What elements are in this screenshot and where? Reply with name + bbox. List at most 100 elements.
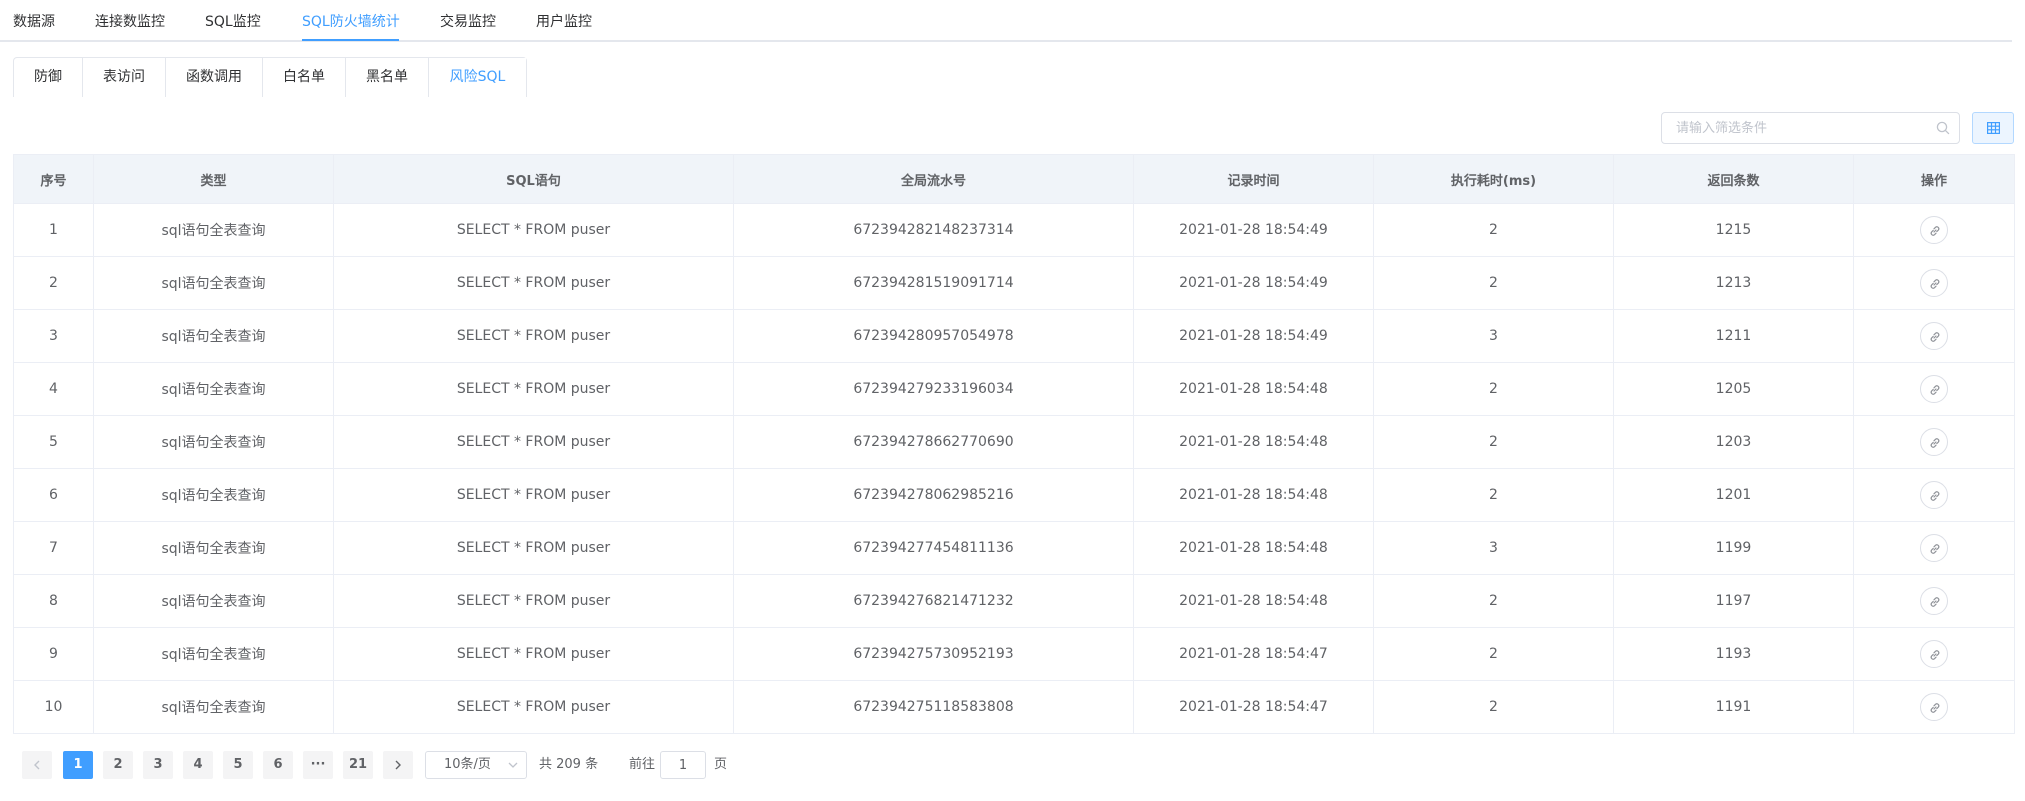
next-page-button[interactable] — [383, 751, 413, 779]
page-button-3[interactable]: 3 — [143, 751, 173, 779]
link-button[interactable] — [1920, 216, 1948, 244]
table-row: 9 sql语句全表查询 SELECT * FROM puser 67239427573… — [13, 627, 2015, 681]
table-row: 10 sql语句全表查询 SELECT * FROM puser 6723942751… — [13, 680, 2015, 734]
cell-count: 1203 — [1613, 415, 1854, 469]
cell-duration: 2 — [1373, 574, 1614, 628]
cell-type: sql语句全表查询 — [93, 627, 334, 681]
cell-sql: SELECT * FROM puser — [333, 203, 734, 257]
cell-type: sql语句全表查询 — [93, 256, 334, 310]
link-button[interactable] — [1920, 587, 1948, 615]
link-button[interactable] — [1920, 428, 1948, 456]
cell-serial: 672394277454811136 — [733, 521, 1134, 575]
link-icon — [1930, 650, 1940, 660]
table-row: 5 sql语句全表查询 SELECT * FROM puser 67239427866… — [13, 415, 2015, 469]
page-button-2[interactable]: 2 — [103, 751, 133, 779]
cell-time: 2021-01-28 18:54:48 — [1133, 468, 1374, 522]
page-size-value: 10条/页 — [444, 757, 491, 772]
more-pages-button[interactable]: ··· — [303, 751, 333, 779]
cell-time: 2021-01-28 18:54:48 — [1133, 521, 1374, 575]
tab-transaction-monitor[interactable]: 交易监控 — [440, 0, 496, 42]
tab-sql-firewall-stats[interactable]: SQL防火墙统计 — [302, 0, 400, 42]
tab-user-monitor[interactable]: 用户监控 — [536, 0, 592, 42]
col-header-type: 类型 — [93, 154, 334, 204]
cell-duration: 2 — [1373, 415, 1614, 469]
cell-action — [1853, 415, 2015, 469]
cell-index: 5 — [13, 415, 94, 469]
cell-index: 7 — [13, 521, 94, 575]
cell-serial: 672394278062985216 — [733, 468, 1134, 522]
total-count: 共 209 条 — [539, 757, 599, 772]
cell-count: 1199 — [1613, 521, 1854, 575]
link-button[interactable] — [1920, 375, 1948, 403]
link-icon — [1930, 385, 1940, 395]
col-header-action: 操作 — [1853, 154, 2015, 204]
goto-page-input[interactable] — [660, 751, 706, 779]
grid-view-button[interactable] — [1972, 112, 2014, 144]
cell-count: 1215 — [1613, 203, 1854, 257]
table-row: 4 sql语句全表查询 SELECT * FROM puser 67239427923… — [13, 362, 2015, 416]
col-header-sql: SQL语句 — [333, 154, 734, 204]
cell-count: 1191 — [1613, 680, 1854, 734]
col-header-serial: 全局流水号 — [733, 154, 1134, 204]
tab-connection-monitor[interactable]: 连接数监控 — [95, 0, 165, 42]
cell-type: sql语句全表查询 — [93, 362, 334, 416]
page-button-4[interactable]: 4 — [183, 751, 213, 779]
goto-suffix: 页 — [714, 757, 728, 772]
table-row: 2 sql语句全表查询 SELECT * FROM puser 67239428151… — [13, 256, 2015, 310]
search-icon[interactable] — [1936, 121, 1950, 135]
cell-index: 10 — [13, 680, 94, 734]
table-row: 3 sql语句全表查询 SELECT * FROM puser 67239428095… — [13, 309, 2015, 363]
subtab-defense[interactable]: 防御 — [14, 58, 83, 97]
link-icon — [1930, 491, 1940, 501]
chevron-down-icon — [508, 762, 518, 768]
cell-type: sql语句全表查询 — [93, 203, 334, 257]
cell-serial: 672394281519091714 — [733, 256, 1134, 310]
link-icon — [1930, 597, 1940, 607]
cell-sql: SELECT * FROM puser — [333, 680, 734, 734]
filter-input[interactable] — [1662, 113, 1922, 143]
cell-type: sql语句全表查询 — [93, 574, 334, 628]
link-button[interactable] — [1920, 481, 1948, 509]
page-size-select[interactable]: 10条/页 — [425, 751, 527, 779]
link-button[interactable] — [1920, 534, 1948, 562]
cell-time: 2021-01-28 18:54:48 — [1133, 362, 1374, 416]
cell-time: 2021-01-28 18:54:48 — [1133, 574, 1374, 628]
cell-duration: 2 — [1373, 468, 1614, 522]
cell-sql: SELECT * FROM puser — [333, 362, 734, 416]
cell-time: 2021-01-28 18:54:49 — [1133, 256, 1374, 310]
prev-page-button[interactable] — [22, 751, 52, 779]
tab-datasource[interactable]: 数据源 — [13, 0, 55, 42]
link-button[interactable] — [1920, 269, 1948, 297]
cell-index: 1 — [13, 203, 94, 257]
subtab-function-call[interactable]: 函数调用 — [166, 58, 263, 97]
cell-type: sql语句全表查询 — [93, 468, 334, 522]
subtab-risk-sql[interactable]: 风险SQL — [429, 58, 526, 98]
link-button[interactable] — [1920, 640, 1948, 668]
subtab-whitelist[interactable]: 白名单 — [263, 58, 346, 97]
table-row: 6 sql语句全表查询 SELECT * FROM puser 67239427806… — [13, 468, 2015, 522]
page-button-5[interactable]: 5 — [223, 751, 253, 779]
page-button-21[interactable]: 21 — [343, 751, 373, 779]
tab-sql-monitor[interactable]: SQL监控 — [205, 0, 261, 42]
subtab-blacklist[interactable]: 黑名单 — [346, 58, 429, 97]
cell-index: 2 — [13, 256, 94, 310]
col-header-time: 记录时间 — [1133, 154, 1374, 204]
top-nav-tabs: 数据源 连接数监控 SQL监控 SQL防火墙统计 交易监控 用户监控 — [0, 0, 2012, 42]
subtab-table-access[interactable]: 表访问 — [83, 58, 166, 97]
link-icon — [1930, 279, 1940, 289]
page-button-6[interactable]: 6 — [263, 751, 293, 779]
col-header-duration: 执行耗时(ms) — [1373, 154, 1614, 204]
cell-type: sql语句全表查询 — [93, 521, 334, 575]
link-button[interactable] — [1920, 322, 1948, 350]
cell-count: 1213 — [1613, 256, 1854, 310]
cell-duration: 2 — [1373, 256, 1614, 310]
cell-sql: SELECT * FROM puser — [333, 468, 734, 522]
cell-serial: 672394282148237314 — [733, 203, 1134, 257]
cell-action — [1853, 362, 2015, 416]
page-button-1[interactable]: 1 — [63, 751, 93, 779]
cell-sql: SELECT * FROM puser — [333, 521, 734, 575]
cell-time: 2021-01-28 18:54:49 — [1133, 309, 1374, 363]
link-button[interactable] — [1920, 693, 1948, 721]
cell-duration: 3 — [1373, 521, 1614, 575]
cell-index: 4 — [13, 362, 94, 416]
